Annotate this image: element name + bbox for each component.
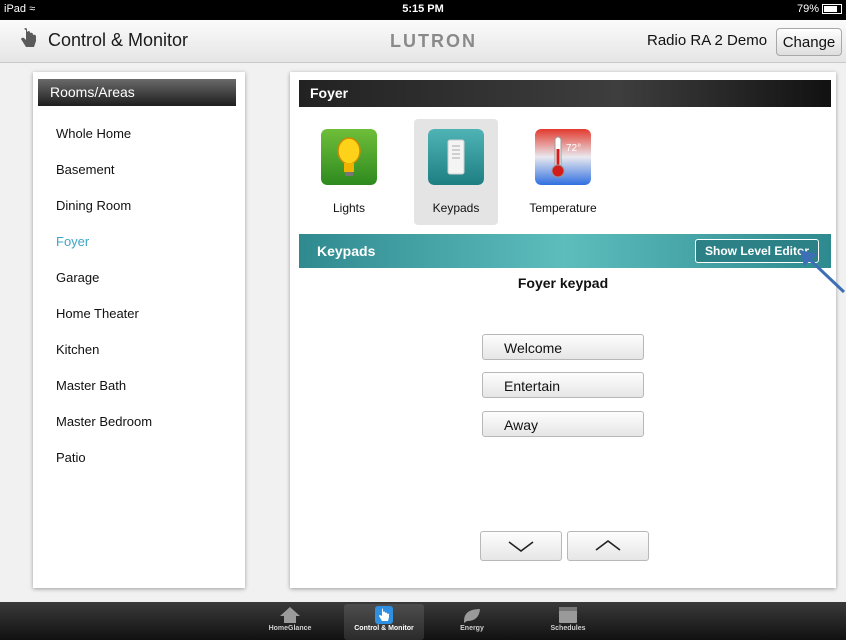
tab-homeglance[interactable]: HomeGlance [250, 604, 330, 640]
category-label: Keypads [432, 201, 480, 215]
temperature-readout: 72° [566, 143, 581, 154]
scene-button-away[interactable]: Away [482, 411, 644, 437]
site-name: Radio RA 2 Demo [647, 32, 768, 49]
room-item[interactable]: Patio [56, 450, 152, 486]
tab-label: Control & Monitor [354, 625, 414, 632]
room-item[interactable]: Master Bedroom [56, 414, 152, 450]
app-header: Control & Monitor LUTRON Radio RA 2 Demo… [0, 20, 846, 63]
page-title: Control & Monitor [48, 30, 189, 50]
room-list: Whole Home Basement Dining Room Foyer Ga… [56, 126, 152, 486]
keypads-section-header: Keypads Show Level Editor [299, 234, 831, 268]
scroll-down-button[interactable] [480, 531, 562, 561]
status-bar: iPad ≈ 5:15 PM 79% [0, 0, 846, 20]
category-keypads[interactable]: Keypads [414, 119, 498, 225]
thermometer-icon: 72° [535, 129, 591, 185]
room-item[interactable]: Master Bath [56, 378, 152, 414]
rooms-panel: Rooms/Areas Whole Home Basement Dining R… [33, 72, 245, 588]
home-icon [280, 607, 300, 623]
battery-icon [822, 4, 842, 14]
tab-control-monitor[interactable]: Control & Monitor [344, 604, 424, 640]
keypad-name: Foyer keypad [517, 275, 609, 291]
room-item[interactable]: Kitchen [56, 342, 152, 378]
scroll-up-button[interactable] [567, 531, 649, 561]
tab-schedules[interactable]: Schedules [528, 604, 608, 640]
brand-logo: LUTRON [390, 31, 477, 51]
battery-percent: 79% [796, 3, 819, 15]
scene-button-entertain[interactable]: Entertain [482, 372, 644, 398]
battery-indicator: 79% [797, 3, 842, 15]
tab-label: Energy [460, 625, 484, 632]
hand-pointer-icon [375, 606, 393, 624]
room-item[interactable]: Garage [56, 270, 152, 306]
room-item[interactable]: Whole Home [56, 126, 152, 162]
room-detail-panel: Foyer Lights Keypads 72° Temperature Key… [290, 72, 836, 588]
rooms-heading: Rooms/Areas [38, 79, 236, 106]
tab-label: HomeGlance [268, 625, 312, 632]
annotation-arrow-icon [800, 250, 846, 294]
category-temperature[interactable]: 72° Temperature [521, 119, 605, 225]
light-bulb-icon [321, 129, 377, 185]
status-time: 5:15 PM [402, 3, 444, 15]
tab-label: Schedules [550, 625, 586, 632]
room-item-selected[interactable]: Foyer [56, 234, 152, 270]
room-item[interactable]: Dining Room [56, 198, 152, 234]
keypad-icon [428, 129, 484, 185]
room-item[interactable]: Home Theater [56, 306, 152, 342]
chevron-up-icon [595, 540, 621, 551]
category-lights[interactable]: Lights [307, 119, 391, 225]
category-label: Lights [332, 201, 366, 215]
energy-leaf-icon [464, 609, 480, 623]
room-item[interactable]: Basement [56, 162, 152, 198]
battery-fill [824, 6, 837, 12]
tab-energy[interactable]: Energy [432, 604, 512, 640]
change-button[interactable]: Change [776, 28, 842, 56]
chevron-down-icon [508, 541, 534, 552]
keypads-section-title: Keypads [317, 243, 376, 259]
bottom-tab-bar: HomeGlance Control & Monitor Energy Sche… [0, 602, 846, 640]
hand-pointer-icon [21, 28, 36, 47]
room-title: Foyer [299, 80, 831, 107]
calendar-icon [559, 607, 577, 623]
scene-button-welcome[interactable]: Welcome [482, 334, 644, 360]
category-label: Temperature [529, 201, 597, 215]
